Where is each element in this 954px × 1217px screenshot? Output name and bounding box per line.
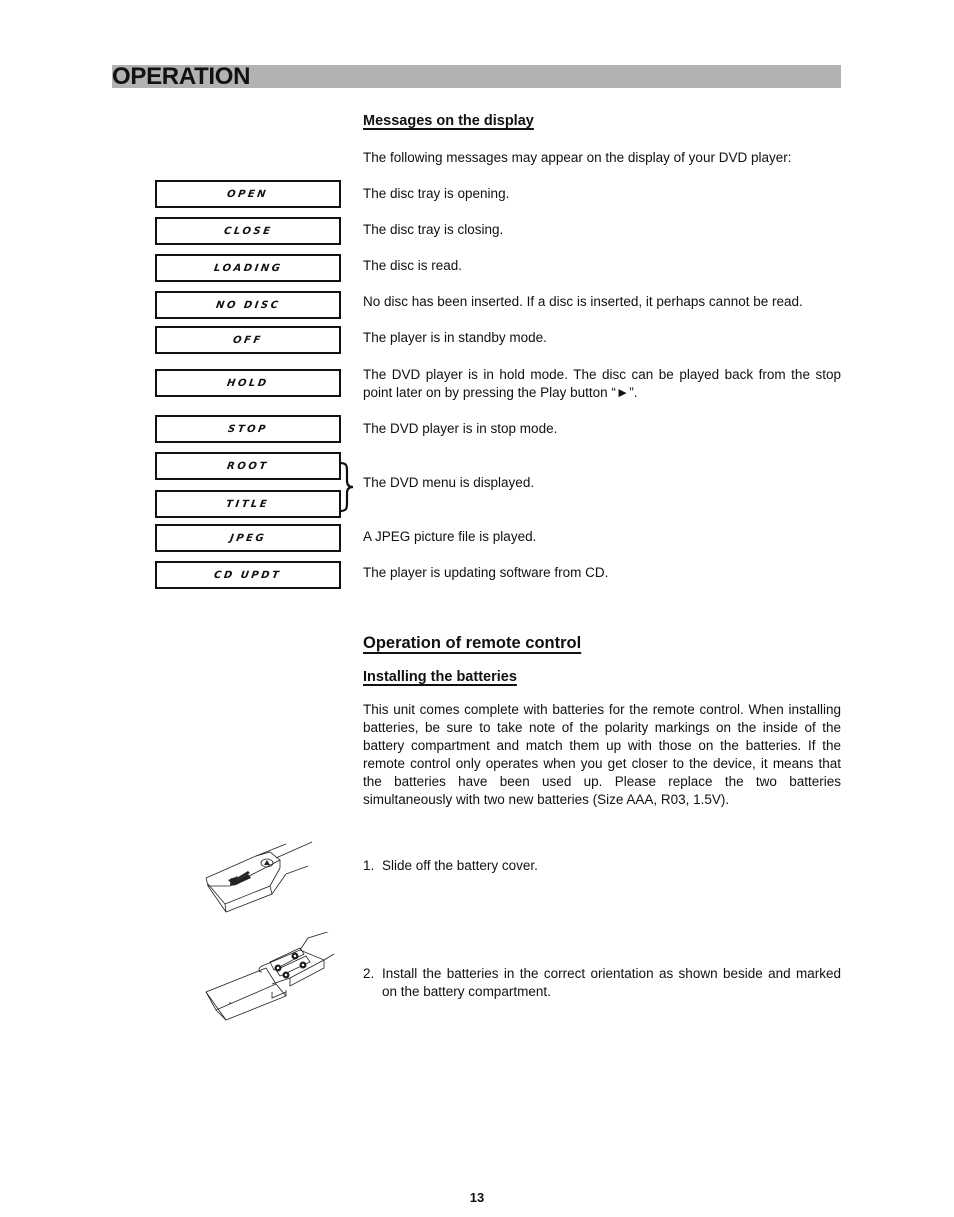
display-text: JPEG [229, 532, 267, 544]
step-1: 1. Slide off the battery cover. [363, 857, 841, 875]
message-description: The DVD player is in hold mode. The disc… [363, 367, 841, 400]
display-box-stop: STOP [155, 415, 341, 443]
display-box-title: TITLE [155, 490, 341, 518]
display-text: LOADING [213, 262, 283, 274]
batteries-paragraph: This unit comes complete with batteries … [363, 702, 841, 807]
message-description: No disc has been inserted. If a disc is … [363, 294, 803, 309]
step-2: 2. Install the batteries in the correct … [363, 965, 841, 1001]
messages-heading: Messages on the display [363, 113, 534, 129]
display-box-no-disc: NO DISC [155, 291, 341, 319]
message-description: The disc tray is opening. [363, 186, 510, 201]
curly-brace-icon [339, 462, 354, 512]
display-box-jpeg: JPEG [155, 524, 341, 552]
message-description: The disc tray is closing. [363, 222, 504, 237]
display-text: OPEN [226, 188, 270, 200]
remote-battery-cover-slide-illustration [205, 841, 313, 913]
display-text: CLOSE [223, 225, 273, 237]
display-text: CD UPDT [213, 569, 283, 581]
display-text: TITLE [225, 498, 271, 510]
step-number: 2. [363, 966, 375, 981]
display-text: STOP [227, 423, 269, 435]
display-box-off: OFF [155, 326, 341, 354]
display-text: ROOT [226, 460, 270, 472]
display-box-open: OPEN [155, 180, 341, 208]
step-text: Install the batteries in the correct ori… [382, 966, 841, 999]
step-text: Slide off the battery cover. [382, 858, 538, 873]
display-box-root: ROOT [155, 452, 341, 480]
message-description: The player is updating software from CD. [363, 565, 609, 580]
display-box-hold: HOLD [155, 369, 341, 397]
messages-intro: The following messages may appear on the… [363, 150, 792, 165]
batteries-subheading: Installing the batteries [363, 669, 517, 685]
display-box-cd-updt: CD UPDT [155, 561, 341, 589]
display-text: NO DISC [215, 299, 281, 311]
remote-battery-compartment-illustration [205, 932, 335, 1021]
remote-control-heading: Operation of remote control [363, 634, 582, 652]
message-description: A JPEG picture file is played. [363, 529, 537, 544]
message-description: The player is in standby mode. [363, 330, 547, 345]
message-description: The DVD player is in stop mode. [363, 421, 558, 436]
page-number: 13 [469, 1190, 485, 1205]
section-header-bar: OPERATION [112, 63, 841, 90]
message-description: The disc is read. [363, 258, 463, 273]
message-description: The DVD menu is displayed. [363, 475, 535, 490]
display-text: HOLD [226, 377, 270, 389]
page-title: OPERATION [112, 63, 251, 90]
step-number: 1. [363, 858, 375, 873]
display-box-loading: LOADING [155, 254, 341, 282]
display-box-close: CLOSE [155, 217, 341, 245]
display-text: OFF [232, 334, 264, 346]
